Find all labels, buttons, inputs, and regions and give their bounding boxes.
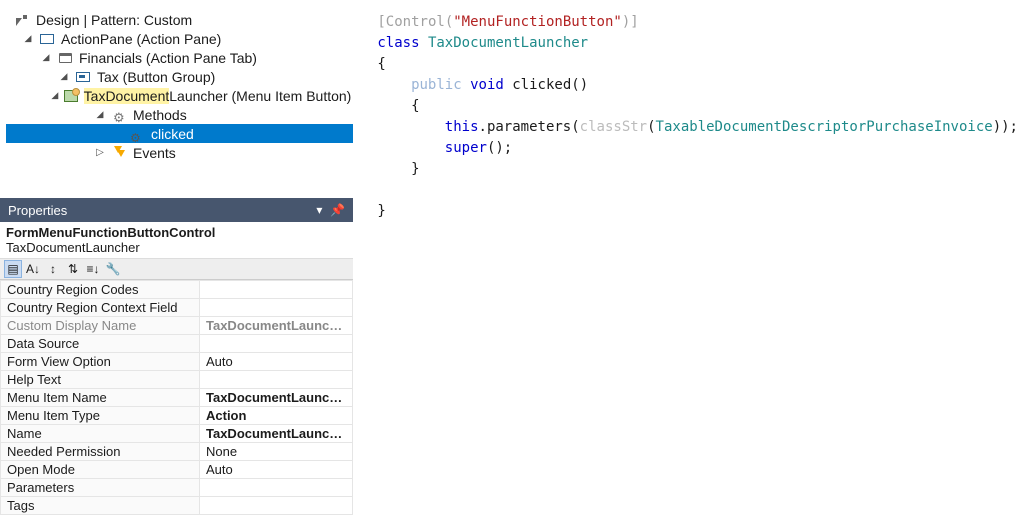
property-value[interactable]: Action: [200, 407, 353, 425]
tree-label: TaxDocumentLauncher (Menu Item Button): [82, 88, 354, 104]
property-row[interactable]: Menu Item NameTaxDocumentLauncher: [1, 389, 353, 407]
property-row[interactable]: Country Region Context Field: [1, 299, 353, 317]
property-value[interactable]: Auto: [200, 461, 353, 479]
tree-node-methods[interactable]: Methods: [6, 105, 353, 124]
property-name: Parameters: [1, 479, 200, 497]
property-name: Menu Item Name: [1, 389, 200, 407]
properties-titlebar[interactable]: Properties ▾ 📌: [0, 198, 353, 222]
categorized-button[interactable]: ▤: [4, 260, 22, 278]
tree-node-clicked[interactable]: clicked: [6, 124, 353, 143]
properties-toolbar: ▤ A↓ ↕ ⇅ ≡↓ 🔧: [0, 258, 353, 280]
method-override-icon: [129, 126, 145, 142]
properties-panel: Properties ▾ 📌 FormMenuFunctionButtonCon…: [0, 198, 353, 515]
property-name: Needed Permission: [1, 443, 200, 461]
tree-label: Tax (Button Group): [95, 69, 217, 85]
expander-icon[interactable]: [94, 147, 106, 158]
property-row[interactable]: Custom Display NameTaxDocumentLauncher (…: [1, 317, 353, 335]
menu-item-button-icon: [64, 88, 78, 104]
property-name: Form View Option: [1, 353, 200, 371]
container-icon: [39, 31, 55, 47]
tree-node-tax[interactable]: Tax (Button Group): [6, 67, 353, 86]
property-row[interactable]: Menu Item TypeAction: [1, 407, 353, 425]
pin-icon[interactable]: 📌: [326, 203, 349, 217]
property-name: Country Region Context Field: [1, 299, 200, 317]
tree-label: Events: [131, 145, 178, 161]
property-row[interactable]: Open ModeAuto: [1, 461, 353, 479]
group-button[interactable]: ↕: [44, 260, 62, 278]
property-value[interactable]: [200, 335, 353, 353]
properties-type: FormMenuFunctionButtonControl: [6, 225, 215, 240]
property-value[interactable]: TaxDocumentLauncher: [200, 425, 353, 443]
methods-icon: [111, 107, 127, 123]
property-value[interactable]: Auto: [200, 353, 353, 371]
expander-icon[interactable]: [51, 90, 59, 101]
property-value[interactable]: [200, 371, 353, 389]
code-editor[interactable]: [Control("MenuFunctionButton")] class Ta…: [353, 0, 1018, 515]
property-row[interactable]: Help Text: [1, 371, 353, 389]
properties-instance: TaxDocumentLauncher: [6, 240, 140, 255]
property-value[interactable]: [200, 497, 353, 515]
expander-icon[interactable]: [58, 71, 70, 82]
property-value[interactable]: None: [200, 443, 353, 461]
property-name: Menu Item Type: [1, 407, 200, 425]
property-value[interactable]: TaxDocumentLauncher (Menu Item Button): [200, 317, 353, 335]
properties-title-text: Properties: [8, 203, 67, 218]
property-name: Custom Display Name: [1, 317, 200, 335]
property-row[interactable]: Needed PermissionNone: [1, 443, 353, 461]
filter-button[interactable]: ≡↓: [84, 260, 102, 278]
form-designer-tree[interactable]: Design | Pattern: Custom ActionPane (Act…: [0, 0, 353, 170]
property-row[interactable]: Parameters: [1, 479, 353, 497]
expander-icon[interactable]: [94, 109, 106, 120]
button-group-icon: [75, 69, 91, 85]
property-row[interactable]: Tags: [1, 497, 353, 515]
property-name: Data Source: [1, 335, 200, 353]
tree-label: clicked: [149, 126, 196, 142]
tree-node-financials[interactable]: Financials (Action Pane Tab): [6, 48, 353, 67]
tree-label: ActionPane (Action Pane): [59, 31, 223, 47]
expander-icon[interactable]: [40, 52, 52, 63]
properties-grid[interactable]: Country Region CodesCountry Region Conte…: [0, 280, 353, 515]
alphabetical-button[interactable]: A↓: [24, 260, 42, 278]
design-icon: [14, 12, 30, 28]
property-row[interactable]: Data Source: [1, 335, 353, 353]
events-icon: [111, 145, 127, 161]
tree-node-design[interactable]: Design | Pattern: Custom: [6, 10, 353, 29]
property-name: Country Region Codes: [1, 281, 200, 299]
folder-icon: [57, 50, 73, 66]
tree-label: Financials (Action Pane Tab): [77, 50, 259, 66]
property-name: Open Mode: [1, 461, 200, 479]
properties-selected-object: FormMenuFunctionButtonControl TaxDocumen…: [0, 222, 353, 258]
property-name: Name: [1, 425, 200, 443]
tree-label: Methods: [131, 107, 189, 123]
tree-node-actionpane[interactable]: ActionPane (Action Pane): [6, 29, 353, 48]
dropdown-icon[interactable]: ▾: [312, 203, 326, 217]
property-value[interactable]: [200, 479, 353, 497]
sort-button[interactable]: ⇅: [64, 260, 82, 278]
property-row[interactable]: Country Region Codes: [1, 281, 353, 299]
tree-node-taxdocumentlauncher[interactable]: TaxDocumentLauncher (Menu Item Button): [6, 86, 353, 105]
property-value[interactable]: TaxDocumentLauncher: [200, 389, 353, 407]
property-row[interactable]: NameTaxDocumentLauncher: [1, 425, 353, 443]
property-name: Tags: [1, 497, 200, 515]
property-value[interactable]: [200, 281, 353, 299]
property-value[interactable]: [200, 299, 353, 317]
tree-label: Design | Pattern: Custom: [34, 12, 194, 28]
tree-node-events[interactable]: Events: [6, 143, 353, 162]
wrench-button[interactable]: 🔧: [104, 260, 122, 278]
expander-icon[interactable]: [22, 33, 34, 44]
property-name: Help Text: [1, 371, 200, 389]
property-row[interactable]: Form View OptionAuto: [1, 353, 353, 371]
